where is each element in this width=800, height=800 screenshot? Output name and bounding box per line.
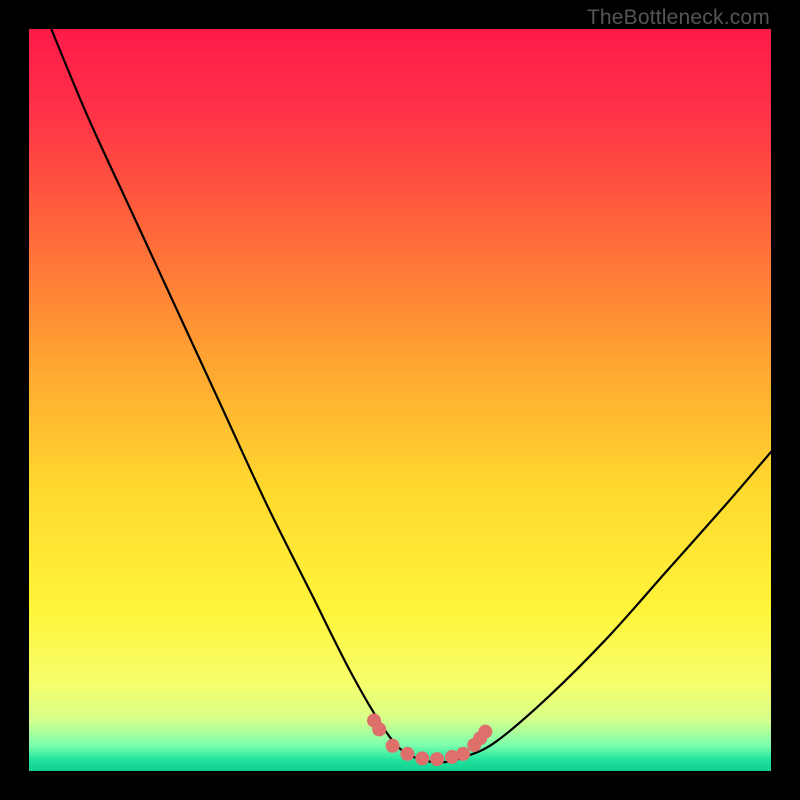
watermark-text: TheBottleneck.com — [587, 6, 770, 30]
marker-point — [478, 725, 492, 739]
marker-point — [372, 722, 386, 736]
marker-point — [430, 752, 444, 766]
plot-area — [29, 29, 771, 771]
marker-point — [400, 747, 414, 761]
marker-point — [386, 739, 400, 753]
chart-stage: TheBottleneck.com — [0, 0, 800, 800]
bottleneck-curve — [51, 29, 771, 762]
highlight-markers — [367, 714, 492, 767]
marker-point — [415, 751, 429, 765]
curve-layer — [29, 29, 771, 771]
marker-point — [456, 747, 470, 761]
